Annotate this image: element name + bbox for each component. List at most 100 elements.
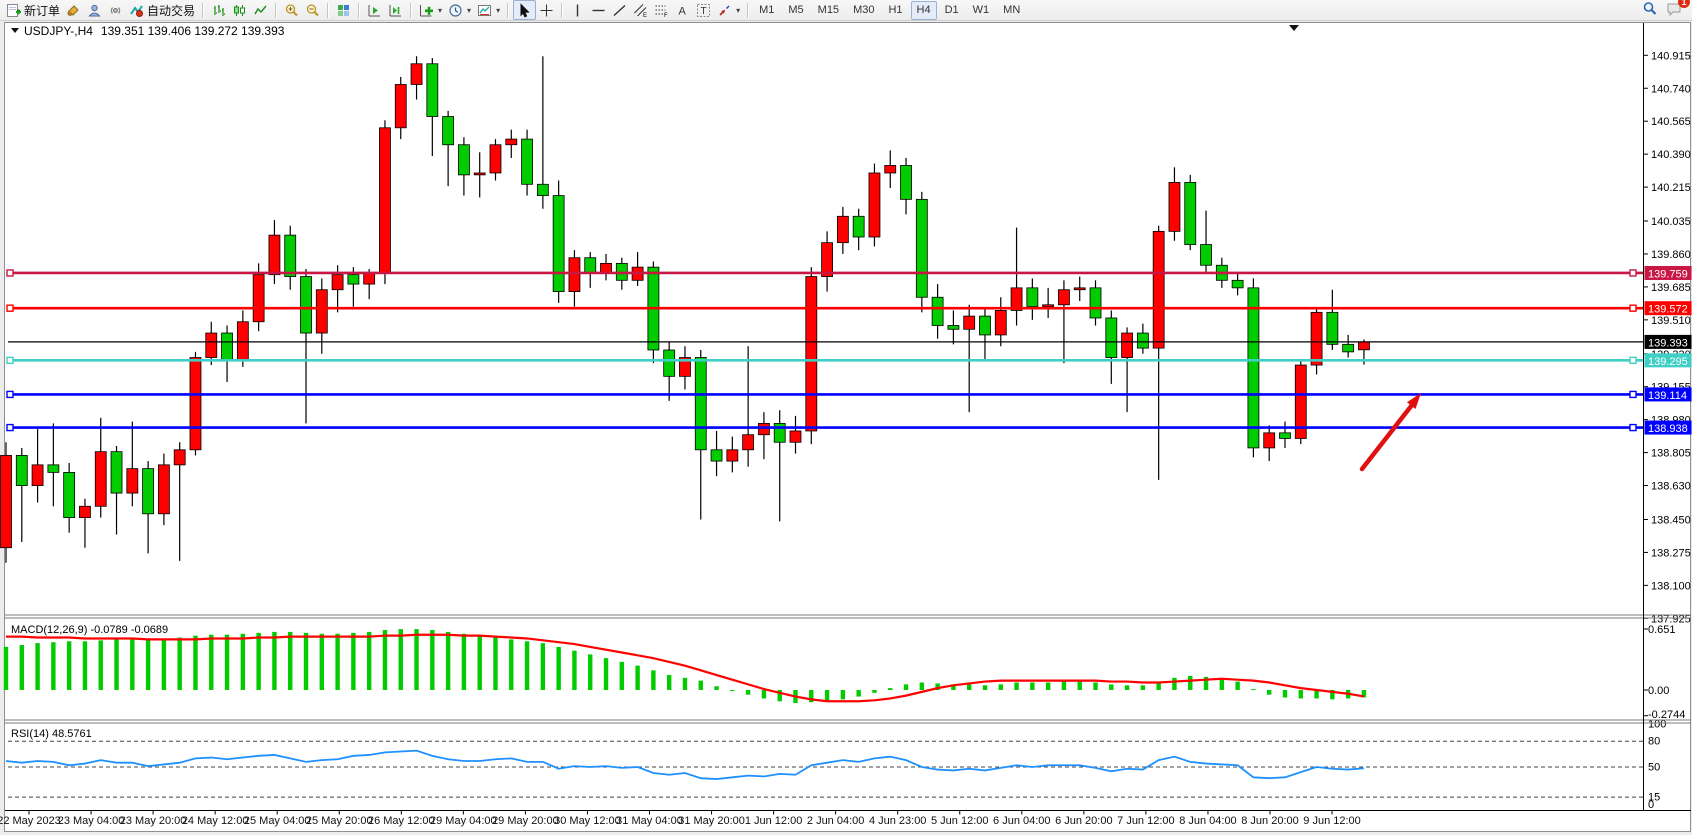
candle-body	[932, 297, 943, 325]
candle-body	[285, 235, 296, 276]
indicators-button[interactable]: ▾	[416, 1, 445, 19]
arrows-tool-button[interactable]: ▾	[714, 1, 743, 19]
candle-body	[1201, 245, 1212, 266]
arrows-dropdown-caret[interactable]: ▾	[736, 6, 740, 15]
timeframe-h4[interactable]: H4	[911, 1, 937, 20]
timeframe-w1[interactable]: W1	[967, 1, 996, 20]
indicators-dropdown-caret[interactable]: ▾	[438, 6, 442, 15]
bar-chart-button[interactable]	[208, 1, 229, 19]
date-tick-label: 31 May 20:00	[678, 815, 745, 827]
date-tick-label: 29 May 04:00	[430, 815, 497, 827]
line-handle[interactable]	[7, 305, 13, 311]
candle-body	[727, 450, 738, 461]
candle-body	[1137, 333, 1148, 348]
styler-button[interactable]	[63, 1, 84, 19]
timeframe-m1[interactable]: M1	[753, 1, 780, 20]
horizontal-line-tool-button[interactable]	[588, 1, 609, 19]
clock-icon	[448, 3, 463, 18]
channel-tool-button[interactable]: E	[630, 1, 651, 19]
macd-histogram-bar	[1267, 690, 1271, 695]
macd-histogram-bar	[67, 641, 71, 690]
toolbar-separator	[507, 3, 509, 18]
profile-button[interactable]	[84, 1, 105, 19]
chart-title: USDJPY-,H4139.351 139.406 139.272 139.39…	[24, 24, 285, 38]
new-order-button[interactable]: 新订单	[3, 1, 63, 19]
signal-icon	[108, 3, 123, 18]
timeframe-m30[interactable]: M30	[847, 1, 880, 20]
fibonacci-tool-button[interactable]: F	[651, 1, 672, 19]
line-handle[interactable]	[1630, 425, 1636, 431]
text-icon: A	[675, 3, 690, 18]
timeframe-m15[interactable]: M15	[812, 1, 845, 20]
periods-button[interactable]: ▾	[445, 1, 474, 19]
timeframe-m5[interactable]: M5	[782, 1, 809, 20]
candle-body	[569, 258, 580, 292]
macd-histogram-bar	[572, 651, 576, 690]
date-tick-label: 22 May 2023	[0, 815, 61, 827]
vertical-line-tool-button[interactable]	[567, 1, 588, 19]
macd-histogram-bar	[699, 681, 703, 690]
search-icon[interactable]	[1642, 1, 1658, 20]
candle-body	[585, 258, 596, 273]
line-handle[interactable]	[7, 425, 13, 431]
macd-histogram-bar	[746, 690, 750, 695]
line-handle[interactable]	[7, 391, 13, 397]
templates-button[interactable]: ▾	[474, 1, 503, 19]
text-label-tool-button[interactable]: T	[693, 1, 714, 19]
chart-svg: USDJPY-,H4139.351 139.406 139.272 139.39…	[0, 21, 1692, 835]
candle-body	[127, 469, 138, 493]
timeframe-h1[interactable]: H1	[882, 1, 908, 20]
date-tick-label: 6 Jun 04:00	[993, 815, 1051, 827]
macd-histogram-bar	[667, 675, 671, 690]
timeframe-group: M1M5M15M30H1H4D1W1MN	[753, 1, 1026, 20]
line-handle[interactable]	[1630, 357, 1636, 363]
macd-histogram-bar	[604, 658, 608, 690]
candle-body	[1343, 344, 1354, 352]
svg-text:F: F	[664, 13, 668, 18]
candle-body	[64, 472, 75, 517]
zoom-out-button[interactable]	[302, 1, 323, 19]
candlestick-button[interactable]	[229, 1, 250, 19]
macd-histogram-bar	[193, 636, 197, 690]
date-tick-label: 26 May 12:00	[368, 815, 435, 827]
timeframe-d1[interactable]: D1	[939, 1, 965, 20]
macd-histogram-bar	[1125, 685, 1129, 690]
zoom-in-button[interactable]	[281, 1, 302, 19]
line-chart-button[interactable]	[250, 1, 271, 19]
text-tool-button[interactable]: A	[672, 1, 693, 19]
templates-dropdown-caret[interactable]: ▾	[496, 6, 500, 15]
periods-dropdown-caret[interactable]: ▾	[467, 6, 471, 15]
signal-button[interactable]	[105, 1, 126, 19]
macd-histogram-bar	[320, 634, 324, 690]
cursor-tool-button[interactable]	[513, 0, 536, 20]
candle-body	[885, 165, 896, 173]
tile-windows-button[interactable]	[333, 1, 354, 19]
macd-histogram-bar	[1078, 682, 1082, 690]
auto-scroll-button[interactable]	[364, 1, 385, 19]
line-handle[interactable]	[7, 357, 13, 363]
price-tick-label: 140.915	[1651, 50, 1691, 62]
macd-histogram-bar	[1172, 678, 1176, 690]
candle-body	[190, 358, 201, 450]
chart-shift-button[interactable]	[385, 1, 406, 19]
candle-body	[948, 326, 959, 330]
crosshair-tool-button[interactable]	[536, 1, 557, 19]
autotrade-button[interactable]: 自动交易	[126, 1, 198, 19]
timeframe-mn[interactable]: MN	[997, 1, 1026, 20]
cursor-icon	[517, 3, 532, 18]
line-handle[interactable]	[7, 270, 13, 276]
candle-body	[774, 423, 785, 442]
date-tick-label: 25 May 20:00	[306, 815, 373, 827]
application-window: 新订单 自动交易	[0, 0, 1692, 835]
macd-axis-label: 0.651	[1648, 624, 1676, 636]
notifications-button[interactable]: 1	[1666, 1, 1683, 19]
macd-histogram-bar	[493, 638, 497, 690]
candle-body	[411, 64, 422, 85]
line-handle[interactable]	[1630, 270, 1636, 276]
candle-body	[790, 431, 801, 442]
trendline-tool-button[interactable]	[609, 1, 630, 19]
candle-body	[1232, 280, 1243, 288]
line-handle[interactable]	[1630, 305, 1636, 311]
macd-histogram-bar	[1283, 690, 1287, 697]
line-handle[interactable]	[1630, 391, 1636, 397]
